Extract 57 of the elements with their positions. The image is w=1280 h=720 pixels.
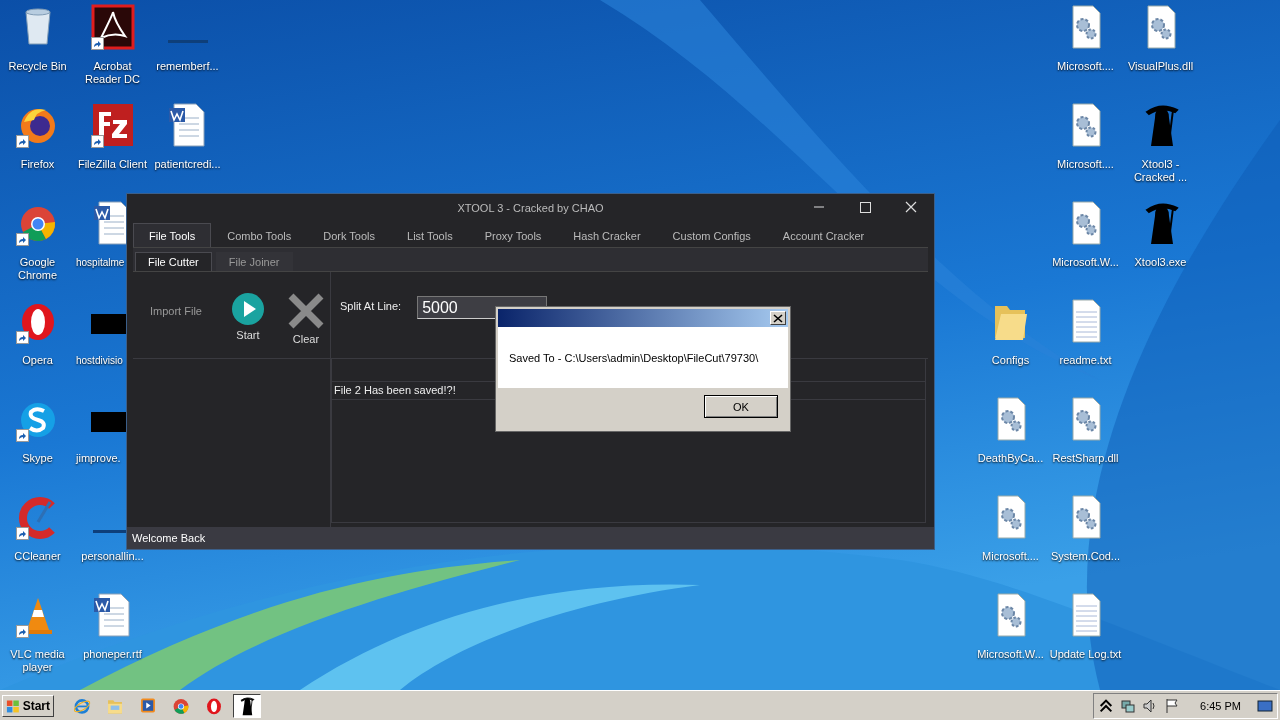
tab[interactable]: Combo Tools	[211, 223, 308, 247]
icon-label[interactable]: RestSharp.dll	[1052, 452, 1119, 465]
clear-button[interactable]: Clear	[283, 293, 328, 345]
icon-label[interactable]: rememberf...	[156, 60, 219, 73]
icon-label[interactable]: hospitalme	[76, 256, 125, 269]
tab[interactable]: Custom Configs	[656, 223, 767, 247]
icon-label[interactable]: FileZilla Client	[77, 158, 148, 171]
icon-label[interactable]: hostdivisio	[76, 354, 123, 367]
icon-label[interactable]: System.Cod...	[1050, 550, 1121, 563]
close-icon[interactable]	[770, 311, 786, 325]
icon-label[interactable]: Microsoft.W...	[1052, 256, 1119, 269]
icon-label[interactable]: Firefox	[20, 158, 55, 171]
icon-label[interactable]: personallin...	[81, 550, 144, 563]
tab[interactable]: File Tools	[133, 223, 212, 247]
clock[interactable]: 6:45 PM	[1200, 699, 1241, 712]
tab[interactable]: Hash Cracker	[557, 223, 657, 247]
window-title: XTOOL 3 - Cracked by CHAO	[457, 201, 604, 214]
icon-label[interactable]: Opera	[22, 354, 53, 367]
icon-label[interactable]: CCleaner	[14, 550, 61, 563]
tab[interactable]: File Joiner	[215, 252, 293, 271]
show-desktop-icon[interactable]	[1257, 697, 1273, 714]
icon-label[interactable]: Recycle Bin	[8, 60, 67, 73]
start-button[interactable]: Start	[2, 694, 54, 717]
hooded-figure-icon	[237, 695, 257, 716]
icon-label[interactable]: readme.txt	[1059, 354, 1112, 367]
icon-label[interactable]: patientcredi...	[154, 158, 221, 171]
flag-icon[interactable]	[1164, 697, 1181, 714]
icon-label[interactable]: Google Chrome	[0, 256, 75, 282]
icon-label[interactable]: Microsoft....	[1057, 60, 1114, 73]
ok-button[interactable]: OK	[704, 395, 778, 418]
icon-label[interactable]: Acrobat Reader DC	[75, 60, 150, 86]
icon-label[interactable]: Microsoft.W...	[977, 648, 1044, 661]
network-icon[interactable]	[1120, 697, 1137, 714]
tab[interactable]: Dork Tools	[307, 223, 392, 247]
taskbar-button[interactable]	[233, 693, 261, 718]
icon-label[interactable]: DeathByCa...	[977, 452, 1044, 465]
icon-label[interactable]: Configs	[991, 354, 1030, 367]
icon-label[interactable]: Microsoft....	[1057, 158, 1114, 171]
tab[interactable]: Proxy Tools	[468, 223, 558, 247]
icon-label[interactable]: Update Log.txt	[1049, 648, 1122, 661]
icon-label[interactable]: phoneper.rtf	[83, 648, 142, 661]
icon-label[interactable]: VLC media player	[0, 648, 75, 674]
icon-label[interactable]: Skype	[22, 452, 53, 465]
icon-label[interactable]: Microsoft....	[982, 550, 1039, 563]
dialog-message: Saved To - C:\Users\admin\Desktop\FileCut\79730\	[509, 351, 759, 364]
chevron-icon[interactable]	[1098, 697, 1115, 714]
icon-label[interactable]: VisualPlus.dll	[1127, 60, 1194, 73]
start-button[interactable]: Start	[225, 293, 270, 341]
tab[interactable]: Account Cracker	[766, 223, 881, 247]
icon-label[interactable]: jimprove.	[76, 452, 121, 465]
tab[interactable]: File Cutter	[135, 252, 212, 271]
icon-label[interactable]: Xtool3.exe	[1134, 256, 1187, 269]
icon-label[interactable]: Xtool3 - Cracked ...	[1123, 158, 1198, 184]
import-file-button[interactable]: Import File	[150, 305, 202, 317]
field-label: Split At Line:	[340, 300, 402, 312]
status-text: Welcome Back	[132, 532, 206, 544]
tab[interactable]: List Tools	[391, 223, 469, 247]
